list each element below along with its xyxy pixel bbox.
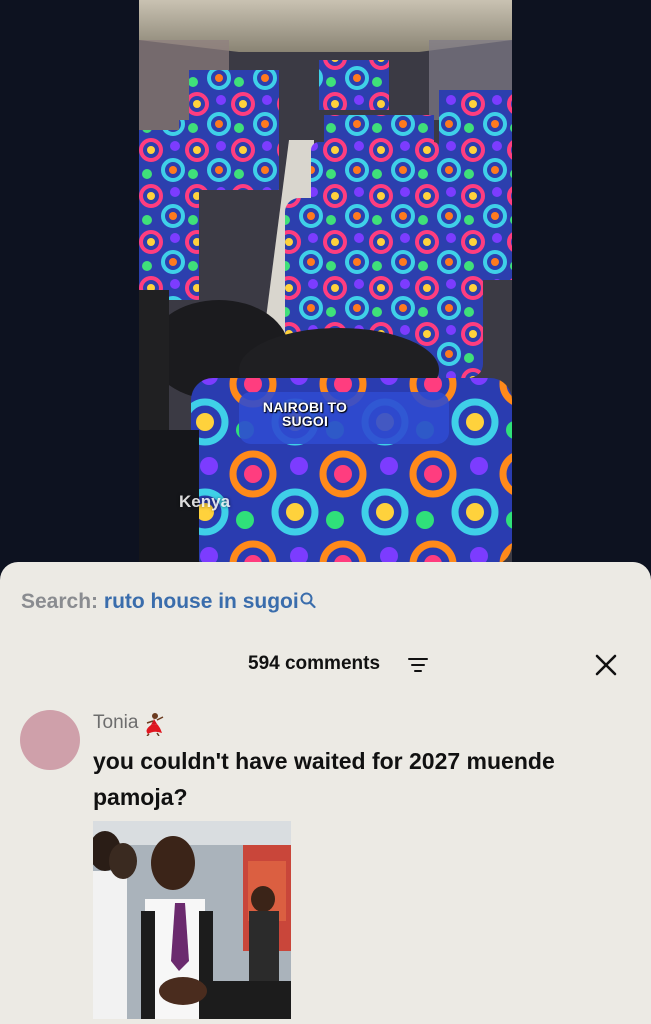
video-caption-line1: NAIROBI TO: [262, 399, 348, 415]
sort-lines-icon[interactable]: [408, 657, 428, 678]
comments-count: 594 comments: [248, 653, 381, 674]
screen: NAIROBI TO SUGOI Kenya Search: ruto hous…: [0, 0, 651, 1024]
search-icon[interactable]: [300, 591, 316, 615]
search-query-link[interactable]: ruto house in sugoi: [104, 590, 299, 613]
comment-text: you couldn't have waited for 2027 muende…: [93, 748, 555, 810]
username-text: Tonia: [93, 712, 139, 733]
comment-username[interactable]: Tonia: [93, 712, 166, 742]
close-icon[interactable]: [594, 653, 618, 682]
comment-image[interactable]: [93, 821, 291, 1019]
avatar[interactable]: [20, 710, 80, 770]
search-label: Search:: [21, 590, 99, 613]
video-player[interactable]: NAIROBI TO SUGOI Kenya: [139, 0, 512, 566]
video-caption: NAIROBI TO SUGOI: [255, 400, 355, 428]
video-watermark: Kenya: [179, 492, 231, 511]
comments-sheet: Search: ruto house in sugoi 594 comments: [0, 562, 651, 1024]
dancer-icon: [140, 712, 166, 742]
search-suggestion[interactable]: Search: ruto house in sugoi: [21, 590, 316, 615]
comment-image-illustration: [93, 821, 291, 1019]
video-frame-illustration: [139, 0, 512, 566]
video-caption-line2: SUGOI: [281, 413, 329, 429]
